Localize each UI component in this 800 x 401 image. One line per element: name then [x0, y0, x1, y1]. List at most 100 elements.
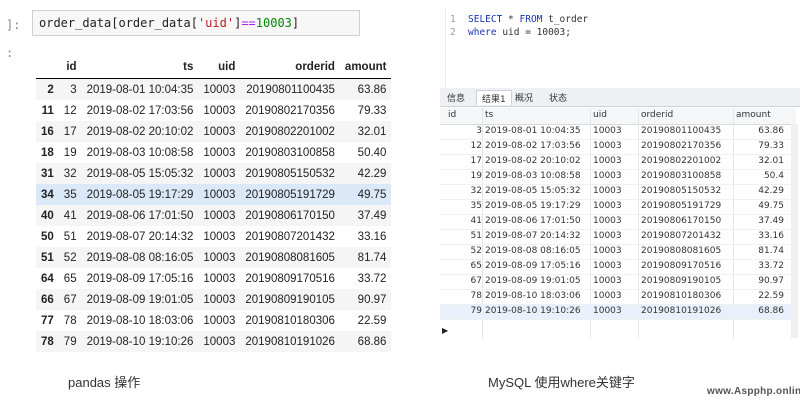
- grid-cell-amount[interactable]: 79.33: [758, 141, 784, 151]
- grid-cell-id[interactable]: 41: [462, 216, 482, 226]
- grid-cell-uid[interactable]: 10003: [593, 291, 622, 301]
- grid-cell-uid[interactable]: 10003: [593, 261, 622, 271]
- grid-cell-id[interactable]: 12: [462, 141, 482, 151]
- dataframe-cell-ts: 2019-08-05 19:17:29: [86, 188, 194, 201]
- grid-header-uid[interactable]: uid: [593, 110, 607, 120]
- grid-cell-uid[interactable]: 10003: [593, 126, 622, 136]
- grid-vertical-scrollbar[interactable]: [791, 124, 798, 338]
- grid-cell-ts[interactable]: 2019-08-05 19:17:29: [485, 201, 581, 211]
- grid-cell-orderid[interactable]: 20190802201002: [641, 156, 721, 166]
- grid-cell-amount[interactable]: 32.01: [758, 156, 784, 166]
- grid-cell-id[interactable]: 65: [462, 261, 482, 271]
- result-grid-row[interactable]: 35 2019-08-05 19:17:29 10003 20190805191729…: [440, 200, 796, 215]
- grid-cell-orderid[interactable]: 20190802170356: [641, 141, 721, 151]
- result-grid-row[interactable]: 32 2019-08-05 15:05:32 10003 20190805150532…: [440, 185, 796, 200]
- grid-cell-orderid[interactable]: 20190808081605: [641, 246, 721, 256]
- grid-cell-ts[interactable]: 2019-08-10 19:10:26: [485, 306, 581, 316]
- result-grid-row[interactable]: 79 2019-08-10 19:10:26 10003 20190810191026…: [440, 305, 796, 320]
- grid-cell-id[interactable]: 51: [462, 231, 482, 241]
- grid-cell-uid[interactable]: 10003: [593, 216, 622, 226]
- grid-cell-id[interactable]: 35: [462, 201, 482, 211]
- grid-cell-amount[interactable]: 68.86: [758, 306, 784, 316]
- grid-cell-ts[interactable]: 2019-08-07 20:14:32: [485, 231, 581, 241]
- result-grid-row[interactable]: 41 2019-08-06 17:01:50 10003 20190806170150…: [440, 215, 796, 230]
- result-tab-bar: 信息 结果1 概况 状态: [440, 88, 800, 107]
- grid-header-id[interactable]: id: [448, 110, 456, 120]
- grid-cell-amount[interactable]: 50.4: [764, 171, 784, 181]
- grid-cell-id[interactable]: 79: [462, 306, 482, 316]
- grid-cell-orderid[interactable]: 20190803100858: [641, 171, 721, 181]
- tab-profile[interactable]: 概况: [510, 90, 538, 105]
- tab-status[interactable]: 状态: [544, 90, 572, 105]
- sql-text: t_order: [542, 14, 589, 25]
- grid-cell-id[interactable]: 3: [462, 126, 482, 136]
- grid-cell-id[interactable]: 78: [462, 291, 482, 301]
- grid-cell-uid[interactable]: 10003: [593, 201, 622, 211]
- result-grid-row[interactable]: 52 2019-08-08 08:16:05 10003 20190808081605…: [440, 245, 796, 260]
- result-grid-row[interactable]: 51 2019-08-07 20:14:32 10003 20190807201432…: [440, 230, 796, 245]
- grid-cell-amount[interactable]: 49.75: [758, 201, 784, 211]
- grid-cell-orderid[interactable]: 20190805150532: [641, 186, 721, 196]
- grid-cell-id[interactable]: 52: [462, 246, 482, 256]
- grid-cell-orderid[interactable]: 20190809190105: [641, 276, 721, 286]
- dataframe-cell-ts: 2019-08-09 19:01:05: [86, 293, 194, 306]
- result-grid-row[interactable]: 12 2019-08-02 17:03:56 10003 20190802170356…: [440, 140, 796, 155]
- grid-cell-id[interactable]: 17: [462, 156, 482, 166]
- result-grid[interactable]: id ts uid orderid amount 3 2019-08-01 10:…: [440, 108, 800, 340]
- grid-header-amount[interactable]: amount: [736, 110, 771, 120]
- grid-cell-amount[interactable]: 37.49: [758, 216, 784, 226]
- result-grid-row[interactable]: 65 2019-08-09 17:05:16 10003 20190809170516…: [440, 260, 796, 275]
- result-grid-row[interactable]: 19 2019-08-03 10:08:58 10003 20190803100858…: [440, 170, 796, 185]
- dataframe-cell-id: 35: [63, 188, 77, 201]
- grid-cell-ts[interactable]: 2019-08-08 08:16:05: [485, 246, 581, 256]
- grid-cell-amount[interactable]: 42.29: [758, 186, 784, 196]
- grid-cell-ts[interactable]: 2019-08-02 20:10:02: [485, 156, 581, 166]
- code-cell-input[interactable]: order_data[order_data['uid']==10003]: [32, 10, 360, 36]
- line-number: 1: [450, 14, 456, 25]
- grid-cell-orderid[interactable]: 20190809170516: [641, 261, 721, 271]
- grid-cell-id[interactable]: 67: [462, 276, 482, 286]
- grid-cell-amount[interactable]: 90.97: [758, 276, 784, 286]
- grid-cell-amount[interactable]: 81.74: [758, 246, 784, 256]
- grid-header-orderid[interactable]: orderid: [641, 110, 673, 120]
- grid-cell-amount[interactable]: 33.16: [758, 231, 784, 241]
- result-grid-row[interactable]: 67 2019-08-09 19:01:05 10003 20190809190105…: [440, 275, 796, 290]
- grid-cell-id[interactable]: 19: [462, 171, 482, 181]
- grid-cell-uid[interactable]: 10003: [593, 231, 622, 241]
- tab-info[interactable]: 信息: [442, 90, 470, 105]
- grid-cell-ts[interactable]: 2019-08-05 15:05:32: [485, 186, 581, 196]
- grid-cell-ts[interactable]: 2019-08-09 17:05:16: [485, 261, 581, 271]
- grid-cell-uid[interactable]: 10003: [593, 186, 622, 196]
- grid-cell-ts[interactable]: 2019-08-10 18:03:06: [485, 291, 581, 301]
- grid-cell-orderid[interactable]: 20190810180306: [641, 291, 721, 301]
- grid-cell-ts[interactable]: 2019-08-02 17:03:56: [485, 141, 581, 151]
- grid-cell-orderid[interactable]: 20190810191026: [641, 306, 721, 316]
- grid-cell-orderid[interactable]: 20190801100435: [641, 126, 721, 136]
- tab-result-1[interactable]: 结果1: [476, 90, 512, 105]
- grid-cell-uid[interactable]: 10003: [593, 141, 622, 151]
- grid-cell-uid[interactable]: 10003: [593, 171, 622, 181]
- grid-cell-amount[interactable]: 22.59: [758, 291, 784, 301]
- sql-editor[interactable]: 1 SELECT * FROM t_order 2 where uid = 10…: [445, 8, 800, 88]
- result-grid-row[interactable]: 17 2019-08-02 20:10:02 10003 20190802201002…: [440, 155, 796, 170]
- grid-cell-id[interactable]: 32: [462, 186, 482, 196]
- grid-cell-uid[interactable]: 10003: [593, 246, 622, 256]
- grid-cell-ts[interactable]: 2019-08-01 10:04:35: [485, 126, 581, 136]
- grid-cell-orderid[interactable]: 20190806170150: [641, 216, 721, 226]
- grid-cell-amount[interactable]: 33.72: [758, 261, 784, 271]
- grid-cell-ts[interactable]: 2019-08-06 17:01:50: [485, 216, 581, 226]
- grid-cell-uid[interactable]: 10003: [593, 156, 622, 166]
- grid-cell-amount[interactable]: 63.86: [758, 126, 784, 136]
- grid-cell-uid[interactable]: 10003: [593, 306, 622, 316]
- grid-cell-ts[interactable]: 2019-08-09 19:01:05: [485, 276, 581, 286]
- result-grid-row[interactable]: 78 2019-08-10 18:03:06 10003 20190810180306…: [440, 290, 796, 305]
- result-grid-header: id ts uid orderid amount: [440, 108, 796, 125]
- grid-cell-orderid[interactable]: 20190805191729: [641, 201, 721, 211]
- dataframe-cell-orderid: 20190805191729: [245, 188, 335, 201]
- grid-cell-orderid[interactable]: 20190807201432: [641, 231, 721, 241]
- code-number: 10003: [255, 16, 292, 30]
- grid-header-ts[interactable]: ts: [485, 110, 493, 120]
- result-grid-row[interactable]: 3 2019-08-01 10:04:35 10003 20190801100435 6…: [440, 125, 796, 140]
- grid-cell-uid[interactable]: 10003: [593, 276, 622, 286]
- grid-cell-ts[interactable]: 2019-08-03 10:08:58: [485, 171, 581, 181]
